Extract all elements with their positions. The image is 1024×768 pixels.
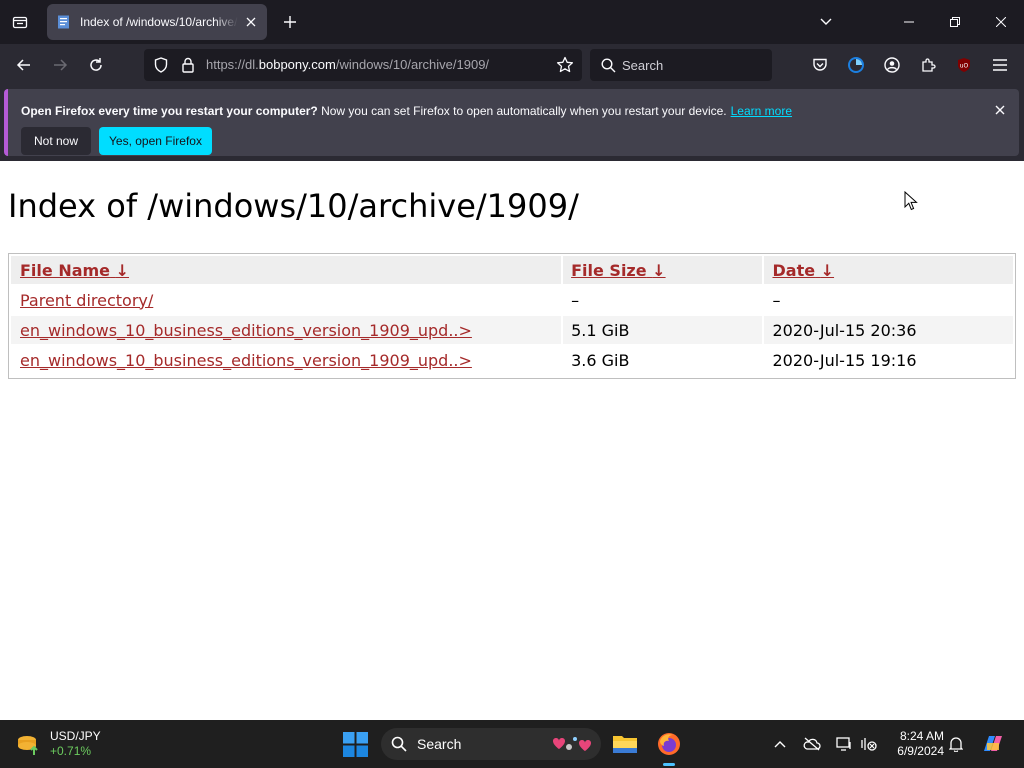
date-cell: –: [772, 290, 781, 310]
table-row: en_windows_10_business_editions_version_…: [11, 316, 1013, 344]
ublock-origin-icon[interactable]: uO: [954, 55, 974, 75]
page-content: Index of /windows/10/archive/1909/ File …: [0, 161, 1024, 720]
back-icon[interactable]: [12, 53, 36, 77]
new-tab-icon[interactable]: [280, 12, 300, 32]
sort-by-name-link[interactable]: File Name ↓: [20, 261, 129, 280]
tracking-protection-icon[interactable]: [152, 56, 170, 74]
onedrive-offline-icon[interactable]: [803, 735, 821, 753]
widgets-button[interactable]: USD/JPY +0.71%: [16, 728, 101, 760]
search-bar[interactable]: [590, 49, 772, 81]
date-cell: 2020-Jul-15 20:36: [764, 316, 1013, 344]
table-header-row: File Name ↓ File Size ↓ Date ↓: [11, 256, 1013, 284]
minimize-icon[interactable]: [886, 0, 932, 44]
table-row: Parent directory/ – –: [11, 286, 1013, 314]
file-link[interactable]: en_windows_10_business_editions_version_…: [20, 351, 472, 370]
page-favicon-icon: [56, 14, 72, 30]
file-name-cell: Parent directory/: [11, 286, 561, 314]
navigation-toolbar: https://dl.bobpony.com/windows/10/archiv…: [0, 44, 1024, 86]
file-explorer-icon[interactable]: [611, 730, 639, 758]
close-notification-icon[interactable]: [992, 102, 1008, 118]
list-all-tabs-icon[interactable]: [817, 13, 835, 31]
tab-title: Index of /windows/10/archive/1909/: [80, 15, 238, 29]
column-header-file-size[interactable]: File Size ↓: [563, 256, 763, 284]
display-icon[interactable]: [835, 735, 853, 753]
extension-blue-icon[interactable]: [846, 55, 866, 75]
network-disconnected-icon[interactable]: [860, 735, 878, 753]
tab-strip: Index of /windows/10/archive/1909/: [0, 0, 1024, 44]
show-hidden-icons-icon[interactable]: [771, 735, 789, 753]
yes-open-firefox-button[interactable]: Yes, open Firefox: [99, 127, 212, 155]
file-name-cell: en_windows_10_business_editions_version_…: [11, 316, 562, 344]
forward-icon[interactable]: [48, 53, 72, 77]
search-icon: [391, 736, 407, 752]
file-table: File Name ↓ File Size ↓ Date ↓ Parent di…: [9, 254, 1015, 376]
pocket-icon[interactable]: [810, 55, 830, 75]
file-size-cell: 5.1 GiB: [563, 316, 763, 344]
file-name-cell: en_windows_10_business_editions_version_…: [11, 346, 561, 374]
search-input[interactable]: [622, 55, 762, 75]
mouse-pointer-icon: [904, 191, 918, 211]
account-icon[interactable]: [882, 55, 902, 75]
notification-message: Open Firefox every time you restart your…: [21, 104, 792, 118]
parent-directory-link[interactable]: Parent directory/: [20, 291, 153, 310]
copilot-icon[interactable]: [980, 731, 1006, 757]
file-link[interactable]: en_windows_10_business_editions_version_…: [20, 321, 472, 340]
column-header-file-name[interactable]: File Name ↓: [11, 256, 562, 284]
system-clock[interactable]: 8:24 AM 6/9/2024: [888, 729, 944, 759]
url-text[interactable]: https://dl.bobpony.com/windows/10/archiv…: [206, 57, 489, 72]
windows-taskbar: USD/JPY +0.71% Search 8:24 AM 6/9/2024: [0, 720, 1024, 768]
file-listing: File Name ↓ File Size ↓ Date ↓ Parent di…: [8, 253, 1016, 379]
firefox-taskbar-icon[interactable]: [655, 730, 683, 766]
firefox-view-icon[interactable]: [8, 10, 32, 34]
restore-icon[interactable]: [932, 0, 978, 44]
search-icon: [599, 56, 617, 74]
column-header-date[interactable]: Date ↓: [764, 256, 1013, 284]
taskbar-search-box[interactable]: Search: [381, 728, 601, 760]
reload-icon[interactable]: [84, 53, 108, 77]
lock-icon[interactable]: [179, 56, 197, 74]
search-highlight-hearts-icon: [553, 737, 591, 751]
windows-start-icon[interactable]: [343, 732, 368, 757]
sort-by-date-link[interactable]: Date ↓: [772, 261, 834, 280]
date-cell: 2020-Jul-15 19:16: [772, 350, 917, 370]
notification-bell-icon[interactable]: [947, 735, 965, 753]
taskbar-search-label: Search: [417, 736, 462, 752]
table-row: en_windows_10_business_editions_version_…: [11, 346, 1013, 374]
clock-date: 6/9/2024: [897, 744, 944, 758]
widget-change: +0.71%: [50, 744, 92, 758]
extensions-puzzle-icon[interactable]: [918, 55, 938, 75]
currency-coins-icon: [18, 736, 38, 755]
not-now-button[interactable]: Not now: [21, 127, 91, 155]
close-tab-icon[interactable]: [243, 14, 259, 30]
notification-area: Open Firefox every time you restart your…: [0, 86, 1024, 161]
widget-title: USD/JPY: [50, 729, 101, 743]
page-title: Index of /windows/10/archive/1909/: [8, 187, 579, 225]
file-size-cell: –: [571, 290, 580, 310]
sort-by-size-link[interactable]: File Size ↓: [571, 261, 665, 280]
address-bar[interactable]: https://dl.bobpony.com/windows/10/archiv…: [144, 49, 582, 81]
close-window-icon[interactable]: [978, 0, 1024, 44]
bookmark-star-icon[interactable]: [556, 56, 574, 74]
tab-active[interactable]: Index of /windows/10/archive/1909/: [47, 4, 267, 40]
learn-more-link[interactable]: Learn more: [731, 104, 792, 118]
default-browser-notification: Open Firefox every time you restart your…: [4, 89, 1019, 156]
menu-icon[interactable]: [990, 55, 1010, 75]
file-size-cell: 3.6 GiB: [571, 350, 630, 370]
svg-text:uO: uO: [960, 63, 969, 70]
clock-time: 8:24 AM: [899, 729, 944, 743]
